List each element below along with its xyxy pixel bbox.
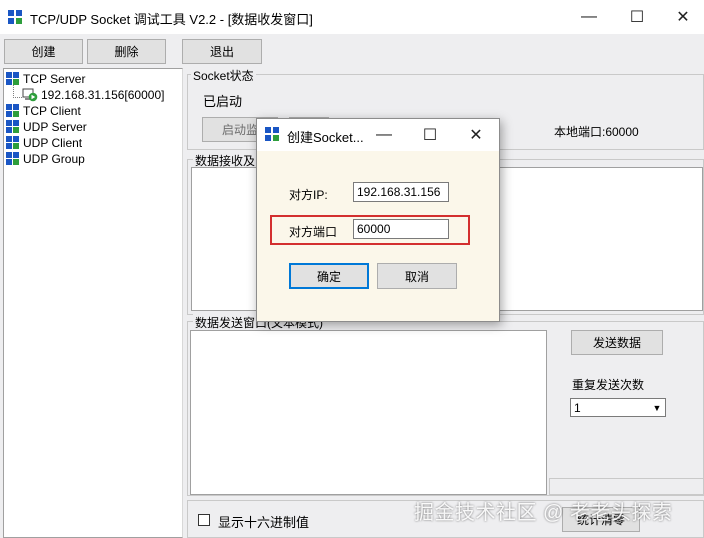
server-node-icon bbox=[6, 120, 20, 134]
status-field bbox=[549, 478, 704, 495]
tree-item-label: UDP Client bbox=[23, 136, 83, 150]
dropdown-arrow-icon[interactable]: ▼ bbox=[649, 399, 665, 416]
remote-ip-input[interactable]: 192.168.31.156 bbox=[353, 182, 449, 202]
checkbox-icon[interactable] bbox=[198, 514, 210, 526]
app-icon bbox=[8, 10, 22, 24]
dialog-minimize-button[interactable]: — bbox=[361, 119, 407, 151]
send-data-button[interactable]: 发送数据 bbox=[571, 330, 663, 355]
server-node-icon bbox=[6, 152, 20, 166]
tree-item-label: UDP Group bbox=[23, 152, 85, 166]
tree-item-udp-group[interactable]: UDP Group bbox=[6, 151, 85, 167]
server-node-icon bbox=[6, 104, 20, 118]
create-socket-dialog[interactable]: 创建Socket... — ☐ ✕ 对方IP: 192.168.31.156 对… bbox=[256, 118, 500, 322]
title-bar[interactable]: TCP/UDP Socket 调试工具 V2.2 - [数据收发窗口] — ☐ … bbox=[0, 0, 704, 34]
dialog-body: 对方IP: 192.168.31.156 对方端口 60000 确定 取消 bbox=[257, 151, 499, 321]
dialog-icon bbox=[265, 127, 279, 141]
remote-port-input[interactable]: 60000 bbox=[353, 219, 449, 239]
local-port-text: 本地端口:60000 bbox=[554, 125, 639, 139]
socket-connection-icon bbox=[22, 88, 38, 102]
delete-button[interactable]: 删除 bbox=[87, 39, 166, 64]
tree-item-label: UDP Server bbox=[23, 120, 87, 134]
ok-button[interactable]: 确定 bbox=[289, 263, 369, 289]
repeat-count-label: 重复发送次数 bbox=[572, 378, 645, 392]
tree-item-tcp-server[interactable]: TCP Server bbox=[6, 71, 85, 87]
tree-item-udp-client[interactable]: UDP Client bbox=[6, 135, 82, 151]
socket-status-label: Socket状态 bbox=[191, 67, 256, 84]
remote-ip-label: 对方IP: bbox=[289, 188, 328, 202]
window-title: TCP/UDP Socket 调试工具 V2.2 - [数据收发窗口] bbox=[30, 12, 313, 27]
send-text-area[interactable] bbox=[190, 330, 547, 495]
dialog-maximize-button[interactable]: ☐ bbox=[407, 119, 453, 151]
cancel-button[interactable]: 取消 bbox=[377, 263, 457, 289]
socket-status-text: 已启动 bbox=[203, 94, 243, 109]
tree-item-label: 192.168.31.156[60000] bbox=[41, 88, 165, 102]
tree-item-connection[interactable]: 192.168.31.156[60000] bbox=[22, 87, 164, 103]
server-node-icon bbox=[6, 136, 20, 150]
maximize-button[interactable]: ☐ bbox=[614, 0, 660, 34]
repeat-count-value: 1 bbox=[574, 401, 581, 415]
create-button[interactable]: 创建 bbox=[4, 39, 83, 64]
server-node-icon bbox=[6, 72, 20, 86]
remote-port-label: 对方端口 bbox=[289, 225, 338, 239]
socket-tree[interactable]: TCP Server 192.168.31.156[60000] TCP Cli… bbox=[3, 68, 183, 538]
tree-item-label: TCP Server bbox=[23, 72, 86, 86]
tree-item-label: TCP Client bbox=[23, 104, 81, 118]
repeat-count-select[interactable]: 1 ▼ bbox=[570, 398, 666, 417]
tree-item-udp-server[interactable]: UDP Server bbox=[6, 119, 87, 135]
watermark-text: 掘金技术社区 @ 老老头探索 bbox=[414, 502, 673, 524]
hex-display-label: 显示十六进制值 bbox=[218, 515, 310, 530]
dialog-title: 创建Socket... bbox=[287, 130, 364, 145]
dialog-close-button[interactable]: ✕ bbox=[453, 119, 499, 151]
tree-item-tcp-client[interactable]: TCP Client bbox=[6, 103, 81, 119]
exit-button[interactable]: 退出 bbox=[182, 39, 262, 64]
minimize-button[interactable]: — bbox=[566, 0, 612, 34]
close-button[interactable]: ✕ bbox=[660, 0, 704, 34]
